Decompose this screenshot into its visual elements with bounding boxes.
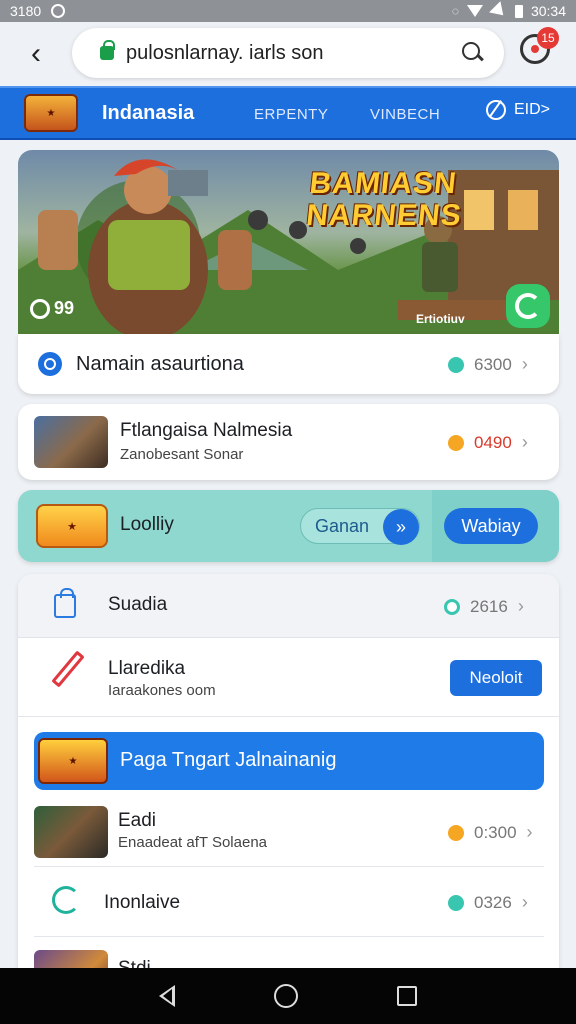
list-item-value: 2616 (470, 596, 508, 616)
nav-recents-icon[interactable] (396, 986, 417, 1006)
status-time-left: 3180 (10, 3, 42, 19)
wifi-icon (466, 5, 483, 17)
promo-pill-label: Ganan (315, 515, 370, 536)
status-dot-icon (448, 824, 464, 841)
chevron-right-icon: › (517, 596, 524, 616)
banner-count: 99 (30, 298, 74, 319)
status-dot-icon (448, 434, 464, 451)
edit-row-title: Llaredika (108, 658, 186, 679)
status-bar: 3180 ◌ 30:34 (0, 0, 576, 22)
exit-button[interactable]: EID> (486, 100, 550, 120)
notification-button[interactable]: 15 (520, 27, 559, 64)
loading-row-title[interactable]: Inonlaive (104, 892, 180, 914)
game-card[interactable]: Ftlangaisa Nalmesia Zanobesant Sonar 049… (18, 404, 559, 480)
featured-label: Paga Tngart Jalnainanig (120, 749, 337, 771)
game-subtitle: Zanobesant Sonar (120, 446, 244, 463)
hero-banner[interactable]: BAMIASN NARNENS 99 Ertiotiuv (18, 150, 559, 334)
game2-title: Eadi (118, 810, 157, 831)
promo-logo: ★ (36, 504, 108, 548)
pencil-icon (51, 650, 85, 688)
info-row-title: Namain asaurtiona (76, 352, 244, 375)
browser-toolbar: ‹ pulosnlarnay. iarls son 15 (0, 22, 576, 86)
banner-title-line2: NARNENS (304, 199, 464, 232)
nav-home-icon[interactable] (273, 984, 298, 1008)
game-thumbnail (34, 416, 108, 468)
status-dot-icon (448, 894, 464, 911)
chat-icon[interactable] (506, 284, 550, 328)
chevron-right-icon: › (526, 822, 533, 842)
banner-title: BAMIASN NARNENS (304, 167, 467, 232)
notification-badge: 15 (537, 27, 559, 49)
refresh-icon (52, 886, 80, 914)
site-logo[interactable]: ★ (24, 94, 78, 132)
url-text[interactable]: pulosnlarnay. iarls son (126, 42, 462, 65)
promo-card: ★ Loolliy Ganan » Wabiay (18, 490, 559, 562)
game-title: Ftlangaisa Nalmesia (120, 420, 293, 441)
site-nav: ★ Indanasia ERPENTY VINBECH EID> (0, 86, 576, 140)
edit-row-subtitle: Iaraakones oom (108, 682, 216, 699)
players-icon (30, 298, 50, 319)
signal-icon (489, 1, 509, 21)
promo-label: Loolliy (120, 514, 174, 535)
double-chevron-right-icon: » (383, 509, 419, 545)
promo-pill-button[interactable]: Ganan » (300, 508, 420, 545)
divider (34, 936, 544, 937)
banner-count-value: 99 (54, 298, 75, 318)
chevron-right-icon: › (521, 892, 528, 912)
back-button[interactable]: ‹ (14, 32, 58, 76)
info-row-value: 6300 (474, 354, 512, 374)
search-icon[interactable] (462, 42, 484, 64)
mute-icon: ◌ (451, 4, 459, 18)
shopping-bag-icon (54, 588, 76, 618)
site-title[interactable]: Indanasia (102, 102, 194, 125)
banner-artwork (18, 159, 559, 334)
list-item-suadia[interactable]: Suadia 2616 › (18, 574, 559, 638)
notification-icon (531, 45, 539, 53)
featured-logo: ★ (38, 738, 108, 784)
game-meta: 0490 › (448, 432, 528, 453)
game-thumbnail (34, 806, 108, 858)
game-value: 0490 (474, 432, 512, 452)
system-nav-bar (0, 968, 576, 1024)
edit-row-button[interactable]: Neoloit (450, 660, 542, 696)
sync-icon (51, 4, 66, 18)
address-bar[interactable]: pulosnlarnay. iarls son (72, 28, 504, 78)
promo-action-button[interactable]: Wabiay (444, 508, 538, 544)
featured-bar[interactable]: ★ Paga Tngart Jalnainanig (34, 732, 544, 790)
battery-icon (514, 4, 523, 18)
chevron-right-icon: › (521, 354, 528, 374)
globe-icon (486, 100, 506, 120)
game-thumbnail (34, 950, 108, 968)
list-item-title: Suadia (108, 594, 168, 615)
list-section: Suadia 2616 › Llaredika Iaraakones oom N… (18, 574, 559, 968)
divider (34, 866, 544, 867)
partial-row-title[interactable]: Stdi (118, 958, 151, 968)
game2-value: 0:300 (474, 822, 517, 842)
game2-meta[interactable]: 0:300 › (448, 822, 533, 843)
list-item-meta: 2616 › (444, 596, 524, 617)
loading-row-value: 0326 (474, 892, 512, 912)
nav-back-icon[interactable] (159, 985, 176, 1007)
status-time-right: 30:34 (530, 3, 566, 19)
nav-link-2[interactable]: VINBECH (370, 106, 440, 123)
info-row[interactable]: Namain asaurtiona 6300 › (18, 334, 559, 394)
nav-link-1[interactable]: ERPENTY (254, 106, 328, 123)
exit-label: EID> (514, 101, 551, 118)
lock-icon (100, 40, 115, 60)
info-icon (38, 352, 62, 376)
loading-row-meta[interactable]: 0326 › (448, 892, 528, 913)
divider (18, 716, 559, 717)
banner-caption: Ertiotiuv (416, 312, 465, 326)
chevron-right-icon: › (521, 432, 528, 452)
game2-subtitle: Enaadeat afT Solaena (118, 834, 268, 851)
info-row-meta: 6300 › (448, 354, 528, 375)
status-dot-icon (448, 356, 464, 373)
toggle-icon (444, 598, 460, 615)
banner-title-line1: BAMIASN (308, 167, 459, 200)
